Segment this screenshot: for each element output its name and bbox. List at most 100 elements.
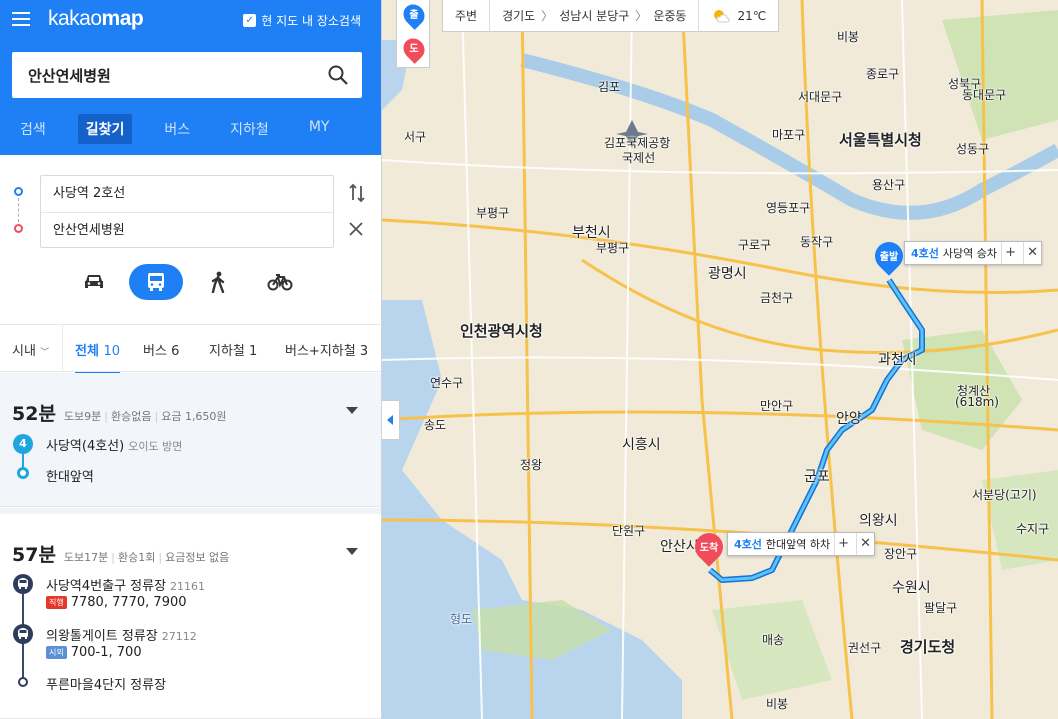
map-label-danwon[interactable]: 단원구: [612, 522, 645, 539]
map-view[interactable]: 서울특별시청 인천광역시청 경기도청 부천시 광명시 시흥시 안산시 의왕시 수…: [382, 0, 1058, 719]
menu-icon[interactable]: [12, 12, 30, 26]
collapse-panel-button[interactable]: [382, 400, 400, 440]
swap-icon[interactable]: [348, 183, 366, 203]
zoom-in-icon[interactable]: +: [1001, 242, 1019, 264]
end-input[interactable]: 안산연세병원: [41, 212, 333, 248]
map-label-seoulbuk[interactable]: 부평구: [476, 204, 509, 221]
location-breadcrumb: 경기도 〉 성남시 분당구 〉 운중동: [490, 0, 700, 32]
close-icon[interactable]: [348, 221, 364, 237]
mode-bicycle[interactable]: [253, 264, 307, 300]
start-marker-label: 출: [409, 10, 419, 21]
map-label-guro[interactable]: 구로구: [738, 236, 771, 253]
bus-icon: [13, 624, 33, 644]
search-box: [12, 52, 362, 98]
expand-toggle-icon[interactable]: [346, 548, 358, 555]
tab-my[interactable]: MY: [301, 114, 338, 144]
map-label-seoul[interactable]: 서울특별시청: [839, 129, 922, 150]
expand-toggle-icon[interactable]: [346, 407, 358, 414]
map-label-gimpo[interactable]: 김포: [598, 78, 620, 95]
side-panel: kakaomap ✓ 현 지도 내 장소검색 검색 길찾기 버스 지하철 MY …: [0, 0, 382, 719]
filter-bus-subway[interactable]: 버스+지하철 3: [285, 340, 368, 359]
mode-car[interactable]: [67, 264, 121, 300]
map-label-mapo[interactable]: 마포구: [772, 126, 805, 143]
map-label-gwangmyeong[interactable]: 광명시: [708, 263, 747, 283]
map-label-gwacheon[interactable]: 과천시: [878, 349, 917, 369]
zoom-in-icon[interactable]: +: [834, 533, 852, 555]
end-pin[interactable]: 도착: [689, 527, 729, 569]
map-label-yeonsu[interactable]: 연수구: [430, 374, 463, 391]
map-label-songdo[interactable]: 송도: [424, 416, 446, 433]
map-label-hyeongdo[interactable]: 형도: [450, 610, 472, 627]
subway-line-4-badge: 4: [13, 434, 33, 454]
end-callout[interactable]: 4호선 한대앞역 하차 + ✕: [727, 532, 876, 556]
kakaomap-logo[interactable]: kakaomap: [48, 7, 144, 31]
tab-directions[interactable]: 길찾기: [77, 114, 133, 144]
map-label-manan[interactable]: 만안구: [760, 397, 793, 414]
mode-transit[interactable]: [129, 264, 183, 300]
map-label-seodaemun[interactable]: 서대문구: [798, 88, 842, 105]
map-label-dongdaemun[interactable]: 동대문구: [962, 86, 1006, 103]
divider: [62, 325, 63, 371]
mode-walk[interactable]: [191, 264, 245, 300]
start-callout[interactable]: 4호선 사당역 승차 + ✕: [904, 241, 1043, 265]
map-label-gyeonggi[interactable]: 경기도청: [900, 636, 955, 657]
walk-icon: [211, 271, 225, 293]
route-result-2[interactable]: 57분 도보17분 | 환승1회 | 요금정보 없음 사당역4번출구 정류장 21161 …: [0, 508, 381, 719]
bus-stop-2: 의왕톨게이트 정류장 27112: [46, 629, 197, 644]
map-label-maesong[interactable]: 매송: [762, 631, 784, 648]
chevron-right-icon: 〉: [635, 8, 648, 23]
map-label-jangan[interactable]: 장안구: [884, 545, 917, 562]
area-select[interactable]: 시내 ﹀: [12, 340, 49, 359]
map-label-anyang[interactable]: 안양: [836, 408, 862, 428]
map-label-geumcheon[interactable]: 금천구: [760, 289, 793, 306]
alight-dot-icon: [17, 467, 29, 479]
map-label-bupyeong[interactable]: 부평구: [596, 239, 629, 256]
map-label-dongjak[interactable]: 동작구: [800, 233, 833, 250]
tab-bus[interactable]: 버스: [156, 114, 198, 144]
breadcrumb-province[interactable]: 경기도: [502, 0, 535, 32]
weather-widget[interactable]: 21℃: [699, 0, 778, 32]
close-icon[interactable]: ✕: [1023, 242, 1041, 264]
map-label-seogu[interactable]: 서구: [404, 128, 426, 145]
bicycle-icon: [267, 274, 293, 291]
checkbox-icon[interactable]: ✓: [243, 14, 257, 27]
filter-bus[interactable]: 버스 6: [143, 340, 179, 359]
nearby-button[interactable]: 주변: [443, 0, 491, 32]
map-label-gunpo[interactable]: 군포: [804, 466, 830, 486]
map-label-gwonseon[interactable]: 권선구: [848, 639, 881, 656]
map-label-airport-intl[interactable]: 국제선: [622, 149, 655, 166]
tab-search[interactable]: 검색: [12, 114, 54, 144]
breadcrumb-city[interactable]: 성남시 분당구: [559, 0, 629, 32]
map-label-biseong[interactable]: 비봉: [837, 28, 859, 45]
route-connector: [18, 198, 19, 222]
map-label-siheung[interactable]: 시흥시: [622, 434, 661, 454]
search-input[interactable]: [12, 52, 302, 98]
map-label-paldal[interactable]: 팔달구: [924, 599, 957, 616]
map-label-jongno[interactable]: 종로구: [866, 65, 899, 82]
map-label-incheon[interactable]: 인천광역시청: [460, 320, 543, 341]
map-label-suji[interactable]: 수지구: [1016, 520, 1049, 537]
filter-all[interactable]: 전체 10: [75, 340, 120, 374]
map-label-bundang[interactable]: 서분당(고기): [972, 486, 1037, 503]
current-map-search-toggle[interactable]: ✓ 현 지도 내 장소검색: [243, 12, 361, 29]
route-inputs: 사당역 2호선 안산연세병원: [0, 155, 381, 255]
map-label-biseong-south[interactable]: 비봉: [766, 695, 788, 712]
map-label-ansan[interactable]: 안산시: [660, 536, 699, 556]
start-pin[interactable]: 출발: [869, 236, 909, 278]
map-label-suwon[interactable]: 수원시: [892, 577, 931, 597]
map-label-seongdong[interactable]: 성동구: [956, 140, 989, 157]
bus-icon: [148, 273, 164, 291]
filter-subway[interactable]: 지하철 1: [209, 340, 257, 359]
map-label-jeongwang[interactable]: 정왕: [520, 456, 542, 473]
map-label-yeongdeungpo[interactable]: 영등포구: [766, 199, 810, 216]
bus-icon: [13, 574, 33, 594]
route-result-1[interactable]: 52분 도보9분 | 환승없음 | 요금 1,650원 4 사당역(4호선) 오이도 방면…: [0, 373, 381, 507]
map-label-uiwang[interactable]: 의왕시: [859, 510, 898, 530]
route-line: [22, 454, 24, 468]
search-icon[interactable]: [328, 65, 348, 85]
start-input[interactable]: 사당역 2호선: [41, 176, 333, 212]
tab-subway[interactable]: 지하철: [222, 114, 277, 144]
breadcrumb-district[interactable]: 운중동: [653, 0, 686, 32]
close-icon[interactable]: ✕: [856, 533, 874, 555]
map-label-yongsan[interactable]: 용산구: [872, 176, 905, 193]
